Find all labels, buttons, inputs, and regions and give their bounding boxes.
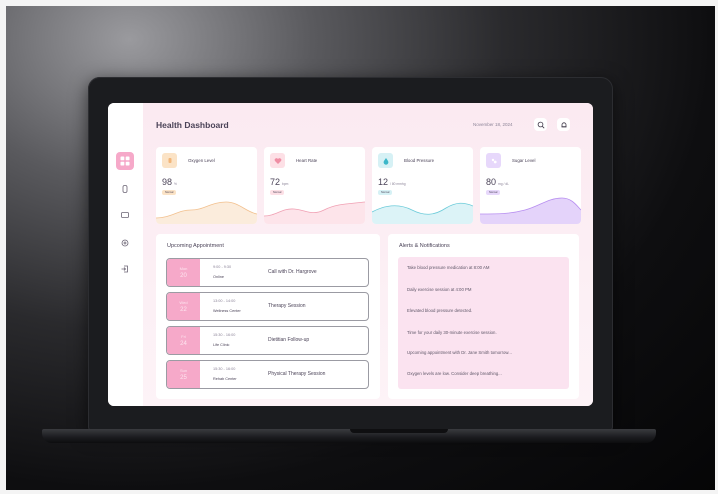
panel-title: Upcoming Appointment <box>167 243 224 249</box>
appointment-time: 15:30 - 16:00 <box>213 333 236 337</box>
alert-item[interactable]: Take blood pressure medication at 8:00 A… <box>407 265 489 270</box>
appointment-date: Fri 24 <box>167 327 200 354</box>
bell-icon <box>561 121 566 127</box>
appointment-title: Therapy Session <box>268 303 306 309</box>
stat-title: Heart Rate <box>296 158 318 163</box>
appointment-time: 13:00 - 14:00 <box>213 299 236 303</box>
settings-icon <box>121 239 129 247</box>
stat-value: 80 mg / dL <box>486 177 510 187</box>
appointment-time: 15:30 - 16:00 <box>213 367 236 371</box>
page-title: Health Dashboard <box>156 120 229 130</box>
appointment-date: Sun 25 <box>167 361 200 388</box>
appointment-title: Dietitian Follow-up <box>268 337 310 343</box>
alert-item[interactable]: Daily exercise session at 4:00 PM <box>407 287 471 292</box>
sidebar <box>108 103 143 406</box>
alert-item[interactable]: Oxygen levels are low. Consider deep bre… <box>407 371 502 376</box>
main-content: Health Dashboard November 18, 2024 Oxyge… <box>143 103 593 406</box>
nav-logout[interactable] <box>116 260 134 278</box>
appointment-place: Online <box>213 275 224 279</box>
stat-card-oxygen[interactable]: Oxygen Level 98% Normal <box>156 147 257 224</box>
appointment-item[interactable]: Fri 24 15:30 - 16:00 Life Clinic Dietiti… <box>166 326 369 355</box>
current-date: November 18, 2024 <box>473 122 513 127</box>
appointment-place: Rehab Center <box>213 377 237 381</box>
laptop-base <box>42 429 656 443</box>
watch-icon <box>122 185 128 193</box>
oxygen-trend-wave <box>156 201 257 224</box>
sugar-level-trend-wave <box>480 197 581 224</box>
stat-value: 12/ 80 mmhg <box>378 177 406 187</box>
notifications-button[interactable] <box>557 118 570 131</box>
appointment-date: Wed 22 <box>167 293 200 320</box>
stat-card-heart-rate[interactable]: Heart Rate 72 bpm Normal <box>264 147 365 224</box>
stat-card-sugar-level[interactable]: Sugar Level 80 mg / dL Normal <box>480 147 581 224</box>
dashboard-icon <box>120 156 130 166</box>
logout-icon <box>121 265 128 273</box>
nav-messages[interactable] <box>116 206 134 224</box>
laptop-notch <box>350 429 448 433</box>
alerts-list: Take blood pressure medication at 8:00 A… <box>398 257 569 389</box>
background-frame <box>0 0 718 6</box>
background-frame <box>0 0 6 494</box>
stat-title: Blood Pressure <box>404 158 435 163</box>
alert-item[interactable]: Elevated blood pressure detected. <box>407 308 472 313</box>
stat-title: Oxygen Level <box>188 158 215 163</box>
heart-icon <box>270 153 285 168</box>
background-frame <box>0 490 718 494</box>
nav-dashboard[interactable] <box>116 152 134 170</box>
appointment-item[interactable]: Sun 25 15:30 - 16:00 Rehab Center Physic… <box>166 360 369 389</box>
stat-title: Sugar Level <box>512 158 536 163</box>
drop-icon <box>378 153 393 168</box>
search-icon <box>537 121 544 128</box>
alert-item[interactable]: Upcoming appointment with Dr. Jane Smith… <box>407 350 512 355</box>
stat-value: 98% <box>162 177 177 187</box>
appointment-item[interactable]: Mon 20 9:00 - 9:30 Online Call with Dr. … <box>166 258 369 287</box>
nav-settings[interactable] <box>116 234 134 252</box>
message-icon <box>121 212 129 218</box>
stat-card-blood-pressure[interactable]: Blood Pressure 12/ 80 mmhg Normal <box>372 147 473 224</box>
appointments-panel: Upcoming Appointment Mon 20 9:00 - 9:30 … <box>156 234 380 399</box>
panel-title: Alerts & Notifications <box>399 243 450 249</box>
blood-pressure-trend-wave <box>372 202 473 224</box>
oxygen-icon <box>162 153 177 168</box>
appointment-title: Call with Dr. Hargrove <box>268 269 317 275</box>
stat-value: 72 bpm <box>270 177 289 187</box>
heart-rate-trend-wave <box>264 201 365 224</box>
nav-watch[interactable] <box>116 180 134 198</box>
appointment-date: Mon 20 <box>167 259 200 286</box>
appointment-place: Wellness Center <box>213 309 241 313</box>
laptop-screen: Health Dashboard November 18, 2024 Oxyge… <box>108 103 593 406</box>
appointment-time: 9:00 - 9:30 <box>213 265 232 269</box>
sugar-icon <box>486 153 501 168</box>
alerts-panel: Alerts & Notifications Take blood pressu… <box>388 234 579 399</box>
appointment-place: Life Clinic <box>213 343 230 347</box>
search-button[interactable] <box>534 118 547 131</box>
alert-item[interactable]: Time for your daily 30-minute exercise s… <box>407 330 497 335</box>
appointment-title: Physical Therapy Session <box>268 371 326 377</box>
appointment-item[interactable]: Wed 22 13:00 - 14:00 Wellness Center The… <box>166 292 369 321</box>
